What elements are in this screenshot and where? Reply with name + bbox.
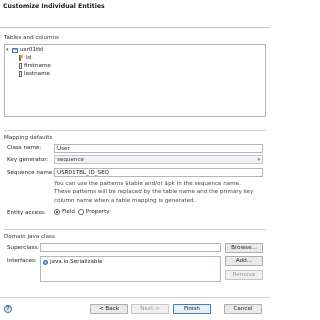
interface-item[interactable]: java.io.Serializable: [43, 259, 102, 265]
radio-checked-icon: [54, 209, 60, 215]
header-divider: [0, 27, 270, 28]
column-icon: [19, 63, 22, 69]
table-icon: [12, 47, 18, 53]
radio-unchecked-icon: [77, 209, 84, 215]
help-icon[interactable]: ?: [4, 305, 12, 313]
tree-item-table[interactable]: ▾ usr01tbl: [6, 47, 43, 53]
finish-button[interactable]: Finish: [173, 304, 211, 314]
tree-item-column[interactable]: lastname: [18, 71, 50, 77]
browse-button[interactable]: Browse...: [225, 243, 263, 253]
sequence-hint: You can use the patterns $table and/or $…: [54, 180, 266, 205]
next-button[interactable]: Next >: [131, 304, 169, 314]
chevron-down-icon: ▾: [257, 156, 260, 163]
cancel-button[interactable]: Cancel: [224, 304, 262, 314]
tree-item-column[interactable]: id: [18, 55, 31, 61]
tables-tree[interactable]: ▾ usr01tbl id firstname lastname: [4, 44, 266, 117]
interface-name: java.io.Serializable: [50, 259, 103, 265]
column-name: id: [26, 55, 32, 61]
group-divider: [4, 229, 266, 230]
remove-interface-button[interactable]: Remove: [225, 270, 263, 280]
access-property-radio[interactable]: Property: [77, 209, 110, 215]
collapse-icon[interactable]: ▾: [6, 47, 11, 53]
table-name: usr01tbl: [20, 47, 44, 53]
sequence-hint-line: column name when a table mapping is gene…: [54, 197, 196, 204]
interfaces-list[interactable]: java.io.Serializable: [40, 256, 221, 282]
entity-access-label: Entity access:: [7, 210, 46, 216]
footer-divider: [0, 297, 270, 298]
key-generator-select[interactable]: sequence ▾: [54, 155, 263, 164]
mapping-section-label: Mapping defaults: [4, 135, 53, 141]
class-name-input[interactable]: User: [54, 144, 263, 153]
interfaces-label: Interfaces:: [7, 258, 37, 264]
dialog-title: Customize Individual Entities: [3, 3, 105, 10]
column-icon: [19, 71, 22, 77]
sequence-hint-line: You can use the patterns $table and/or $…: [54, 181, 241, 187]
superclass-input[interactable]: [40, 243, 221, 252]
interface-icon: [43, 259, 48, 265]
access-property-label: Property: [85, 209, 110, 215]
access-field-radio[interactable]: Field: [54, 209, 75, 215]
key-generator-label: Key generator:: [7, 157, 49, 163]
entity-access-group: Field Property: [54, 209, 113, 215]
sequence-name-label: Sequence name:: [7, 170, 55, 176]
sequence-name-input[interactable]: USR01TBL_ID_SEQ: [54, 168, 263, 177]
primary-key-icon: [18, 55, 24, 61]
add-interface-button[interactable]: Add...: [225, 256, 263, 266]
key-generator-value: sequence: [57, 156, 84, 163]
tree-item-column[interactable]: firstname: [18, 63, 51, 69]
sequence-hint-line: These patterns will be replaced by the t…: [54, 189, 254, 196]
group-divider: [4, 130, 266, 131]
access-field-label: Field: [62, 209, 75, 215]
column-name: firstname: [24, 63, 51, 69]
tables-section-label: Tables and columns: [4, 35, 59, 41]
back-button[interactable]: < Back: [90, 304, 128, 314]
domain-section-label: Domain java class: [4, 234, 55, 240]
class-name-label: Class name:: [7, 145, 42, 151]
column-name: lastname: [24, 71, 50, 77]
superclass-label: Superclass:: [7, 245, 40, 251]
